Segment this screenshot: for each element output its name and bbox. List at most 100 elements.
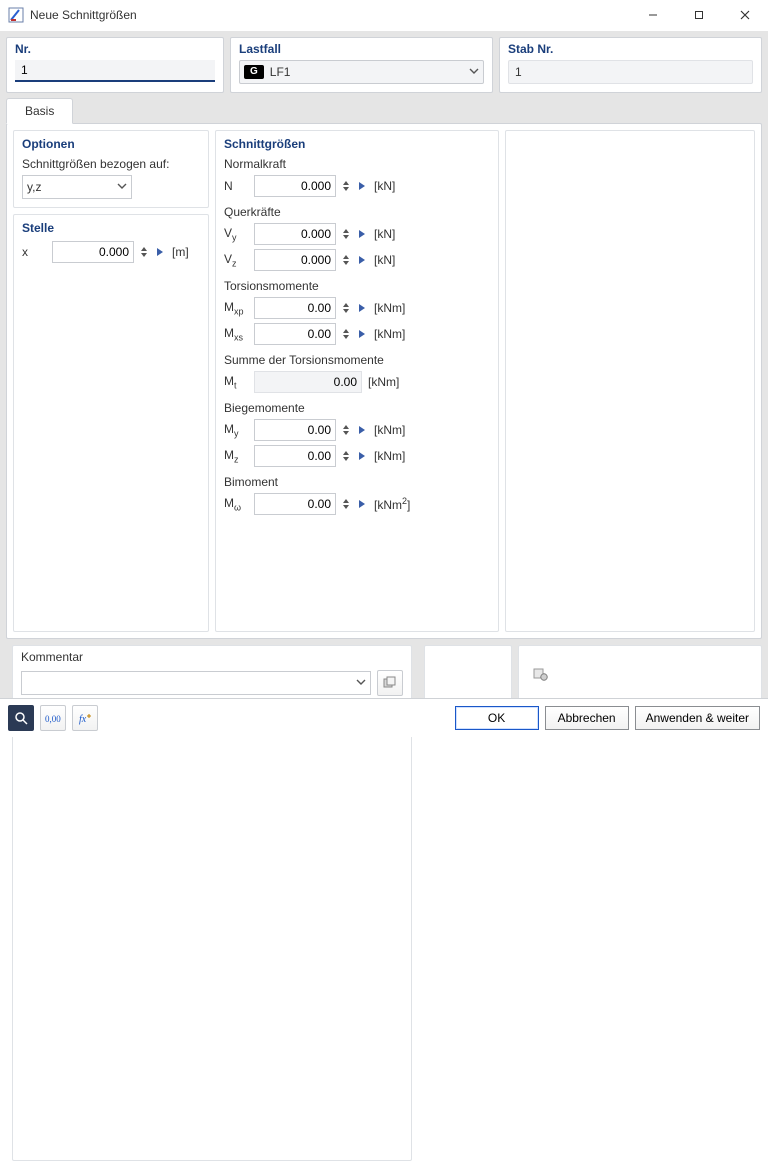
unit-vz: [kN]: [374, 253, 395, 267]
input-my[interactable]: [254, 419, 336, 441]
stelle-title: Stelle: [22, 221, 200, 235]
chevron-down-icon: [117, 180, 127, 194]
play-vz[interactable]: [356, 250, 368, 270]
kommentar-combo[interactable]: [21, 671, 371, 695]
schnittgroessen-panel: Schnittgrößen Normalkraft N [kN] Querkrä…: [215, 130, 499, 632]
unit-my: [kNm]: [374, 423, 405, 437]
stelle-panel: Stelle x [m]: [13, 214, 209, 632]
play-my[interactable]: [356, 420, 368, 440]
input-n[interactable]: [254, 175, 336, 197]
preview-panel: [505, 130, 755, 632]
label-bimoment: Bimoment: [224, 475, 490, 489]
unit-vy: [kN]: [374, 227, 395, 241]
label-biege: Biegemomente: [224, 401, 490, 415]
kommentar-title: Kommentar: [21, 650, 403, 664]
sym-mt: Mt: [224, 374, 250, 390]
fx-button[interactable]: fx: [72, 705, 98, 731]
input-vy[interactable]: [254, 223, 336, 245]
input-x[interactable]: [52, 241, 134, 263]
label-torsion-sum: Summe der Torsionsmomente: [224, 353, 490, 367]
input-row-vz: Vz [kN]: [224, 249, 490, 271]
lastfall-label: Lastfall: [239, 42, 484, 56]
chevron-down-icon: [469, 65, 479, 79]
input-row-x: x [m]: [22, 241, 200, 263]
optionen-ref-label: Schnittgrößen bezogen auf:: [22, 157, 200, 171]
unit-mz: [kNm]: [374, 449, 405, 463]
input-row-mz: Mz [kNm]: [224, 445, 490, 467]
input-row-vy: Vy [kN]: [224, 223, 490, 245]
chevron-down-icon: [356, 676, 366, 690]
spin-n[interactable]: [340, 176, 352, 196]
svg-text:0,00: 0,00: [45, 714, 61, 724]
label-torsion: Torsionsmomente: [224, 279, 490, 293]
close-button[interactable]: [722, 0, 768, 30]
spin-mz[interactable]: [340, 446, 352, 466]
play-mxp[interactable]: [356, 298, 368, 318]
optionen-panel: Optionen Schnittgrößen bezogen auf: y,z: [13, 130, 209, 208]
footer: 0,00 fx OK Abbrechen Anwenden & weiter: [0, 698, 768, 737]
stab-value: 1: [508, 60, 753, 84]
unit-mxp: [kNm]: [374, 301, 405, 315]
spin-x[interactable]: [138, 242, 150, 262]
tab-basis-label: Basis: [25, 104, 54, 118]
input-mz[interactable]: [254, 445, 336, 467]
ok-button[interactable]: OK: [455, 706, 539, 730]
tab-basis[interactable]: Basis: [6, 98, 73, 124]
aux-panel-1: [424, 645, 512, 703]
spin-vy[interactable]: [340, 224, 352, 244]
input-row-mxs: Mxs [kNm]: [224, 323, 490, 345]
input-row-mxp: Mxp [kNm]: [224, 297, 490, 319]
label-normalkraft: Normalkraft: [224, 157, 490, 171]
input-vz[interactable]: [254, 249, 336, 271]
spin-vz[interactable]: [340, 250, 352, 270]
sym-n: N: [224, 179, 250, 193]
play-x[interactable]: [154, 242, 166, 262]
play-mw[interactable]: [356, 494, 368, 514]
stab-panel: Stab Nr. 1: [499, 37, 762, 93]
right-column: [505, 130, 755, 632]
optionen-title: Optionen: [22, 137, 200, 151]
help-button[interactable]: [8, 705, 34, 731]
sym-mw: Mω: [224, 496, 250, 512]
aux-panel-2: [518, 645, 762, 703]
svg-text:fx: fx: [79, 714, 87, 725]
input-row-my: My [kNm]: [224, 419, 490, 441]
input-mxp[interactable]: [254, 297, 336, 319]
play-n[interactable]: [356, 176, 368, 196]
spin-my[interactable]: [340, 420, 352, 440]
input-mxs[interactable]: [254, 323, 336, 345]
lastfall-combo[interactable]: G LF1: [239, 60, 484, 84]
cancel-button[interactable]: Abbrechen: [545, 706, 629, 730]
play-mz[interactable]: [356, 446, 368, 466]
optionen-ref-value: y,z: [27, 180, 41, 194]
spin-mxp[interactable]: [340, 298, 352, 318]
left-column: Optionen Schnittgrößen bezogen auf: y,z …: [13, 130, 209, 632]
unit-x: [m]: [172, 245, 189, 259]
input-row-mw: Mω [kNm2]: [224, 493, 490, 515]
input-row-n: N [kN]: [224, 175, 490, 197]
window-title: Neue Schnittgrößen: [30, 8, 137, 22]
spin-mxs[interactable]: [340, 324, 352, 344]
lastfall-panel: Lastfall G LF1: [230, 37, 493, 93]
play-mxs[interactable]: [356, 324, 368, 344]
spin-mw[interactable]: [340, 494, 352, 514]
input-row-mt: Mt [kNm]: [224, 371, 490, 393]
label-querkraefte: Querkräfte: [224, 205, 490, 219]
sym-mxp: Mxp: [224, 300, 250, 316]
main-panel: Optionen Schnittgrößen bezogen auf: y,z …: [6, 123, 762, 639]
minimize-button[interactable]: [630, 0, 676, 30]
client-area: Nr. Lastfall G LF1 Stab Nr. 1 Basis: [0, 30, 768, 737]
sg-title: Schnittgrößen: [224, 137, 490, 151]
nr-input[interactable]: [15, 60, 215, 82]
optionen-ref-combo[interactable]: y,z: [22, 175, 132, 199]
maximize-button[interactable]: [676, 0, 722, 30]
unit-mw: [kNm2]: [374, 496, 410, 512]
apply-next-button[interactable]: Anwenden & weiter: [635, 706, 760, 730]
units-button[interactable]: 0,00: [40, 705, 66, 731]
play-vy[interactable]: [356, 224, 368, 244]
app-icon: [8, 7, 24, 23]
lastfall-value: LF1: [270, 65, 291, 79]
input-mw[interactable]: [254, 493, 336, 515]
settings-icon-button[interactable]: [529, 662, 553, 686]
kommentar-library-button[interactable]: [377, 670, 403, 696]
